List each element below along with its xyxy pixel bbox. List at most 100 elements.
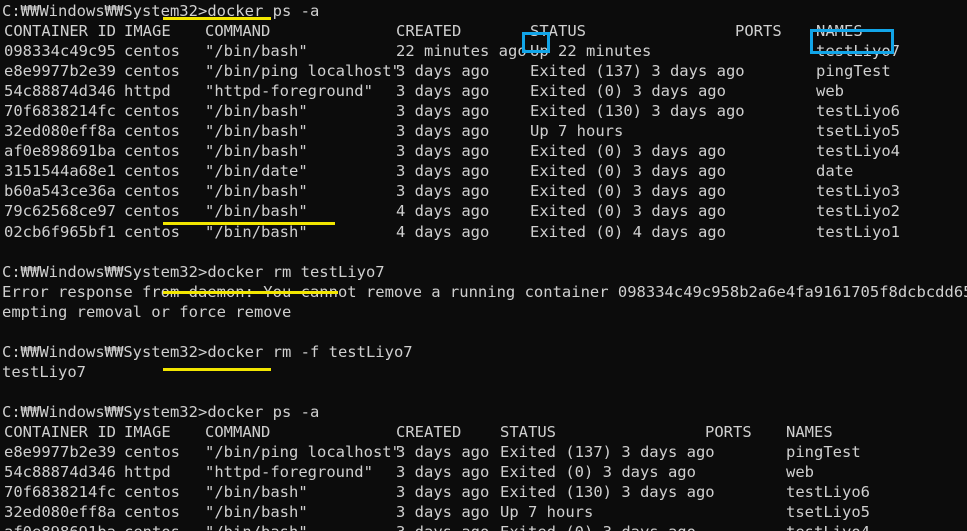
cell-image: centos [124, 202, 180, 221]
cell-status: Exited (130) 3 days ago [530, 102, 745, 121]
cell-image: centos [124, 222, 180, 241]
table-row: 3151544a68e1 centos "/bin/date" 3 days ago E… [2, 161, 967, 181]
table-row: 79c62568ce97 centos "/bin/bash" 4 days ago E… [2, 201, 967, 221]
prompt-text-4: C:₩₩Windows₩₩System32> [2, 402, 208, 421]
command-text: docker ps -a [207, 2, 320, 20]
header-names: NAMES [816, 22, 863, 41]
cell-image: centos [124, 122, 180, 141]
table-row: 54c88874d346 httpd "httpd-foreground" 3 day… [2, 462, 967, 482]
table-row: 70f6838214fc centos "/bin/bash" 3 days ago E… [2, 101, 967, 121]
cell-command: "/bin/bash" [205, 142, 308, 161]
cell-status: Up 7 hours [530, 122, 624, 141]
cell-id: 79c62568ce97 [4, 202, 116, 221]
header-created: CREATED [396, 22, 462, 41]
cell-id: 32ed080eff8a [4, 503, 116, 522]
command-text-rm: docker rm testLiyo7 [207, 262, 385, 281]
rm-force-output: testLiyo7 [2, 362, 86, 381]
cell-created: 3 days ago [396, 522, 489, 531]
cell-image: centos [124, 162, 180, 181]
cell-status: Exited (137) 3 days ago [500, 443, 715, 462]
cell-command: "/bin/ping localhost" [205, 443, 401, 462]
cell-command: "/bin/bash" [205, 522, 308, 531]
cell-created: 4 days ago [396, 202, 490, 221]
table-row: b60a543ce36a centos "/bin/bash" 3 days ago E… [2, 181, 967, 201]
command-line-rm: C:₩₩Windows₩₩System32>docker rm testLiyo… [2, 262, 967, 282]
cell-names: testLiyo6 [786, 483, 870, 502]
cell-status: Exited (0) 3 days ago [530, 142, 726, 161]
cell-image: centos [124, 483, 180, 502]
cell-names: testLiyo4 [816, 142, 900, 161]
cell-status: Exited (0) 3 days ago [530, 162, 726, 181]
cell-status: Up 7 hours [500, 503, 594, 522]
container-table-first: 098334c49c95 centos "/bin/bash" 22 minutes … [2, 41, 967, 241]
cell-names: testLiyo7 [816, 42, 900, 61]
cell-names: testLiyo2 [816, 202, 900, 221]
cell-command: "/bin/bash" [205, 202, 308, 221]
table-row: 54c88874d346 httpd "httpd-foreground" 3 day… [2, 81, 967, 101]
cell-command: "/bin/ping localhost" [205, 62, 401, 81]
cell-status: Exited (0) 3 days ago [530, 82, 726, 101]
prompt-text: C:₩₩Windows₩₩System32> [2, 2, 208, 20]
error-line-2: empting removal or force remove [2, 302, 292, 321]
cell-command: "httpd-foreground" [205, 463, 373, 482]
cell-created: 4 days ago [396, 222, 490, 241]
cell-names: date [816, 162, 854, 181]
cell-created: 3 days ago [396, 483, 490, 502]
command-line-ps-a-first: C:₩₩Windows₩₩System32>docker ps -a [2, 1, 967, 21]
table-row: af0e898691ba centos "/bin/bash" 3 days ago E… [2, 141, 967, 161]
table-row: e8e9977b2e39 centos "/bin/ping localhost" 3… [2, 61, 967, 81]
cell-id: e8e9977b2e39 [4, 62, 116, 81]
cell-names: pingTest [786, 443, 861, 462]
container-table-second: e8e9977b2e39 centos "/bin/ping localhost" 3… [2, 442, 967, 531]
table-row: 32ed080eff8a centos "/bin/bash" 3 days ago U… [2, 121, 967, 141]
cell-status: Up 22 minutes [530, 42, 652, 61]
header-container-id: CONTAINER ID [4, 22, 116, 41]
prompt-text-3: C:₩₩Windows₩₩System32> [2, 342, 208, 361]
header-command: COMMAND [205, 22, 271, 41]
cell-image: centos [124, 102, 180, 121]
table-row: e8e9977b2e39 centos "/bin/ping localhost" 3… [2, 442, 967, 462]
cell-id: 098334c49c95 [4, 42, 116, 61]
cell-command: "/bin/bash" [205, 483, 308, 502]
header-ports: PORTS [735, 22, 782, 41]
cell-created: 3 days ago [396, 122, 490, 141]
terminal-window[interactable]: C:₩₩Windows₩₩System32>docker ps -a CONTA… [0, 0, 967, 531]
cell-id: 70f6838214fc [4, 102, 116, 121]
table-row: 32ed080eff8a centos "/bin/bash" 3 days ago U… [2, 502, 967, 522]
cell-image: httpd [124, 82, 171, 101]
cell-created: 3 days ago [396, 503, 490, 522]
cell-status: Exited (0) 4 days ago [530, 222, 726, 241]
cell-image: httpd [124, 463, 171, 482]
header-container-id-2: CONTAINER ID [4, 422, 116, 441]
cell-names: web [816, 82, 844, 101]
header-created-2: CREATED [396, 422, 462, 441]
cell-command: "/bin/bash" [205, 122, 308, 141]
cell-image: centos [124, 42, 180, 61]
cell-status: Exited (137) 3 days ago [530, 62, 745, 81]
header-names-2: NAMES [786, 422, 833, 441]
header-status: STATUS [530, 22, 586, 41]
cell-id: 54c88874d346 [4, 463, 116, 482]
error-line-1: Error response from daemon: You cannot r… [2, 282, 967, 301]
header-status-2: STATUS [500, 422, 556, 441]
cell-status: Exited (0) 3 days ago [500, 463, 696, 482]
cell-command: "/bin/bash" [205, 42, 308, 61]
cell-names: testLiyo6 [816, 102, 900, 121]
cell-command: "httpd-foreground" [205, 82, 373, 101]
cell-image: centos [124, 182, 180, 201]
cell-created: 3 days ago [396, 182, 490, 201]
cell-id: 54c88874d346 [4, 82, 116, 101]
table-row: 02cb6f965bf1 centos "/bin/bash" 4 days ago E… [2, 222, 967, 242]
command-text-rm-force: docker rm -f testLiyo7 [207, 342, 413, 361]
cell-command: "/bin/bash" [205, 503, 308, 522]
cell-command: "/bin/bash" [205, 222, 308, 241]
cell-created: 22 minutes ago [396, 42, 527, 61]
header-image-2: IMAGE [124, 422, 171, 441]
cell-status: Exited (0) 3 days ago [530, 182, 726, 201]
cell-created: 3 days ago [396, 62, 490, 81]
cell-image: centos [124, 443, 180, 462]
table-header-second: CONTAINER ID IMAGE COMMAND CREATED STATU… [2, 422, 967, 442]
table-row: 098334c49c95 centos "/bin/bash" 22 minutes … [2, 41, 967, 61]
